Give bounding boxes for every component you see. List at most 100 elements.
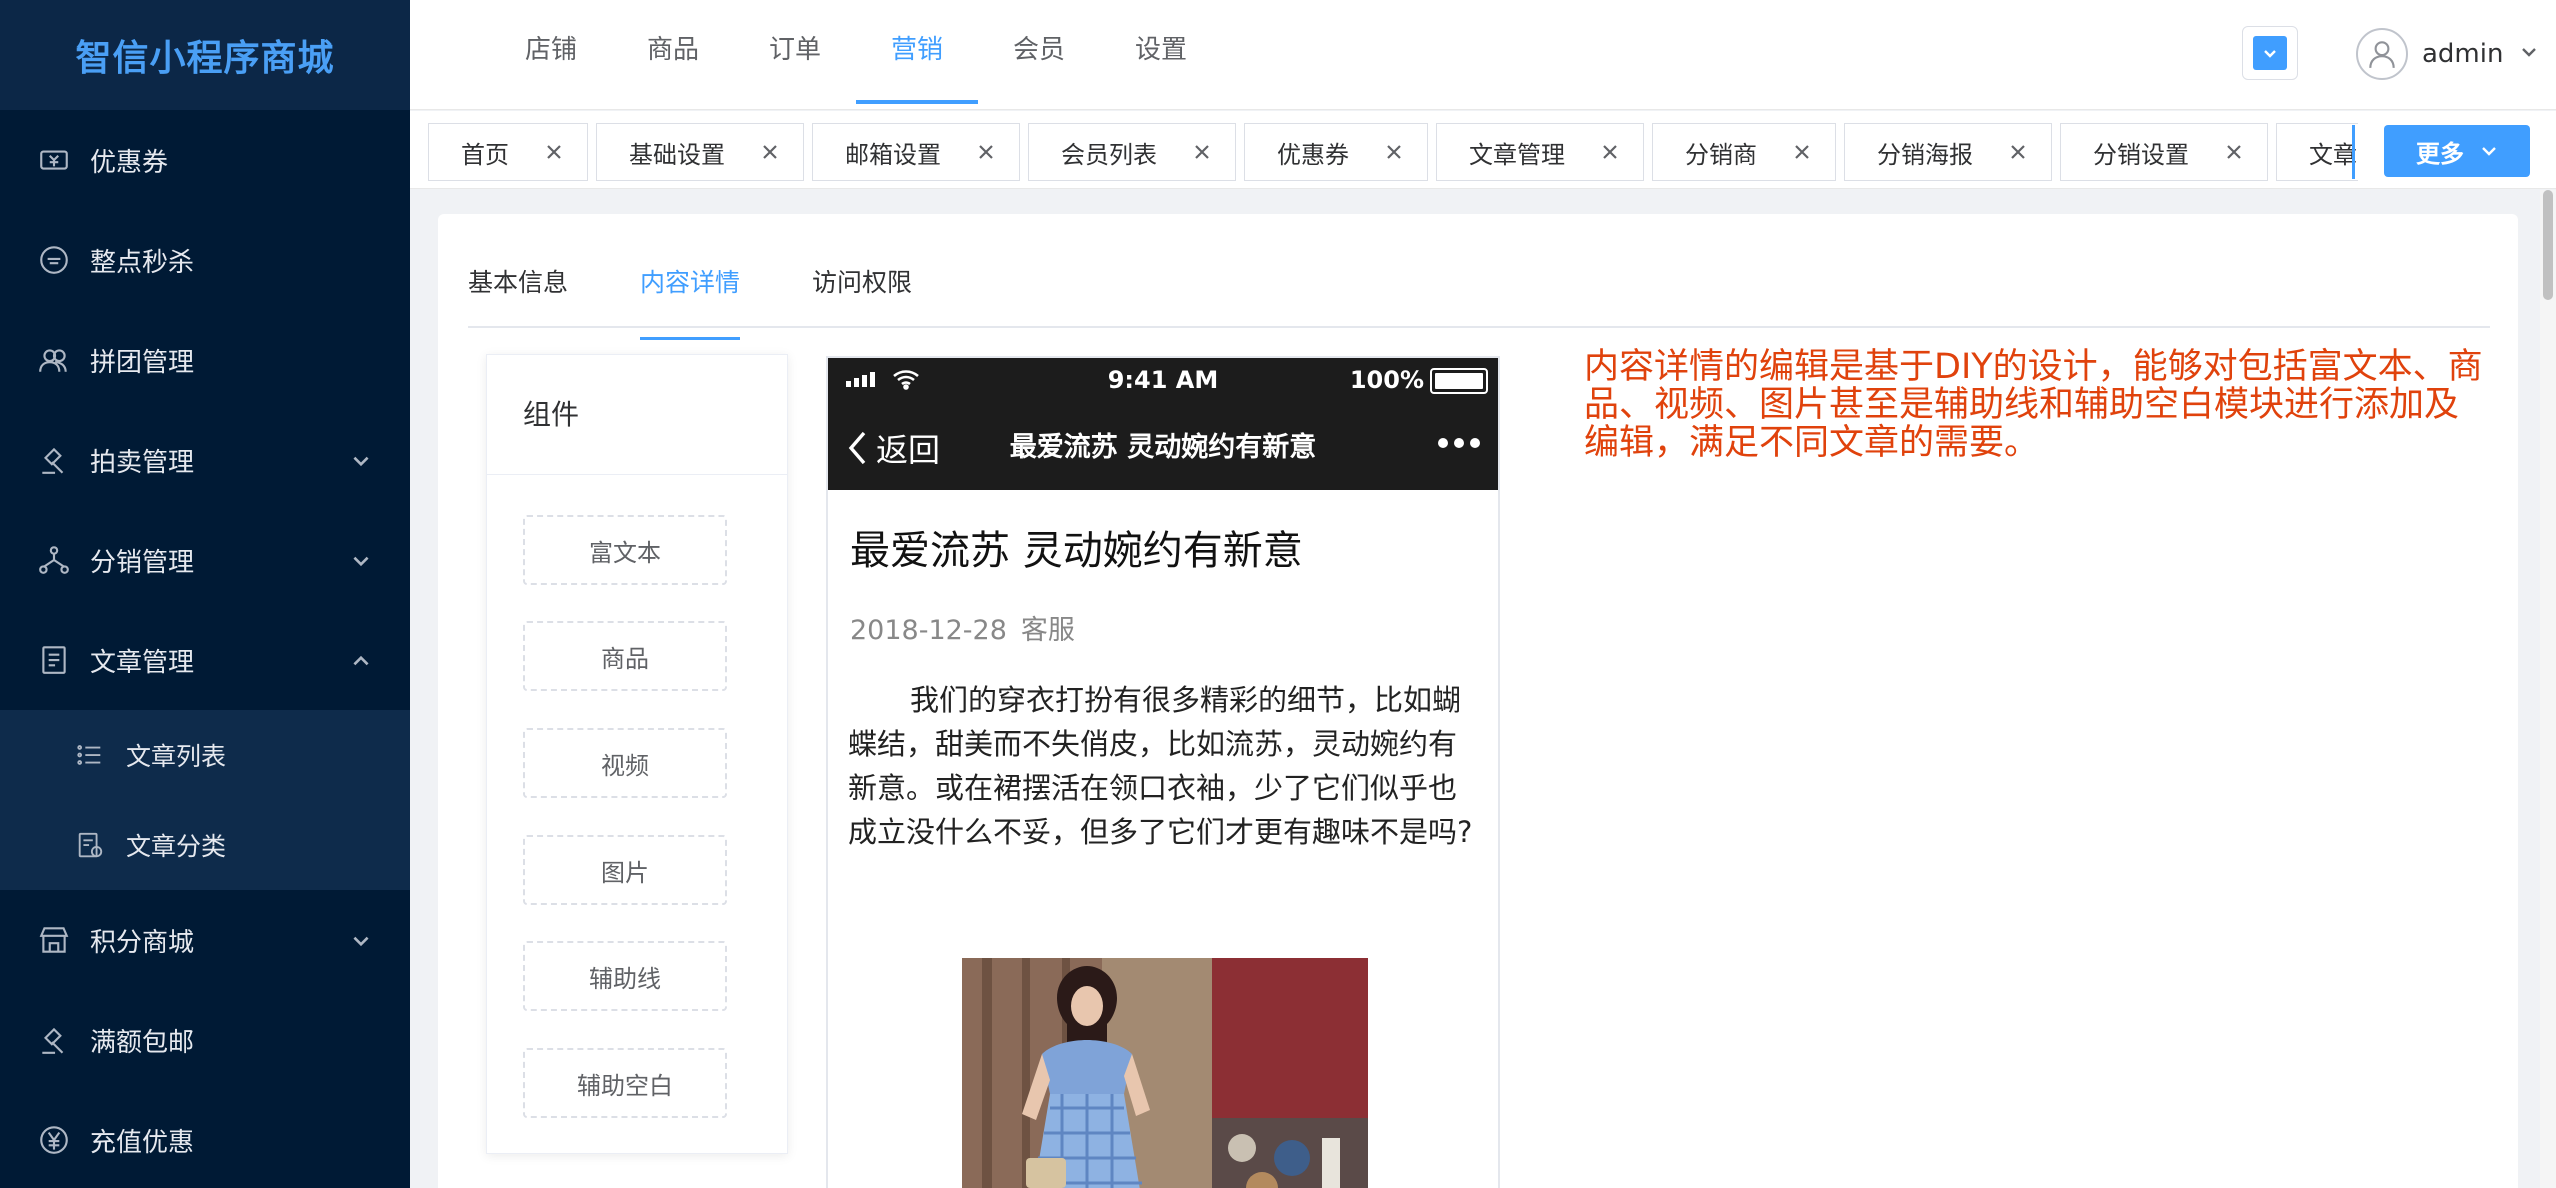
tag-article-management[interactable]: 文章管理 (1436, 123, 1644, 181)
tag-member-list[interactable]: 会员列表 (1028, 123, 1236, 181)
more-dots-icon[interactable] (1438, 438, 1480, 448)
sidebar-item-article-list[interactable]: 文章列表 (0, 710, 410, 800)
component-guide-line-button[interactable]: 辅助线 (523, 941, 727, 1011)
component-goods-button[interactable]: 商品 (523, 621, 727, 691)
top-header: 店铺 商品 订单 营销 会员 设置 admin (410, 0, 2556, 110)
sidebar-item-free-shipping[interactable]: 满额包邮 (0, 990, 410, 1090)
scrollbar-thumb[interactable] (2543, 190, 2553, 300)
article-title: 最爱流苏 灵动婉约有新意 (850, 528, 1303, 574)
component-image-button[interactable]: 图片 (523, 835, 727, 905)
tag-label: 基础设置 (629, 140, 725, 169)
username: admin (2422, 39, 2504, 69)
sidebar-item-recharge[interactable]: 充值优惠 (0, 1090, 410, 1188)
sidebar-item-distribution[interactable]: 分销管理 (0, 510, 410, 610)
avatar (2356, 28, 2408, 80)
content-tabs: 基本信息 内容详情 访问权限 (468, 254, 984, 340)
sidebar-item-label: 充值优惠 (90, 1127, 195, 1158)
sidebar-item-label: 积分商城 (90, 927, 195, 958)
topnav-orders[interactable]: 订单 (734, 0, 856, 104)
tag-label: 分销设置 (2093, 140, 2189, 169)
article-date: 2018-12-28 (850, 615, 1007, 646)
tag-label: 分销商 (1685, 140, 1757, 169)
sidebar-item-label: 文章分类 (126, 832, 227, 861)
tag-distribution-poster[interactable]: 分销海报 (1844, 123, 2052, 181)
sidebar-item-label: 满额包邮 (90, 1027, 195, 1058)
chevron-down-icon (350, 449, 372, 471)
sidebar: 智信小程序商城 优惠券 整点秒杀 拼团管理 拍卖管理 分销管理 文章管理 文章列… (0, 0, 410, 1188)
chevron-down-icon (350, 929, 372, 951)
list-icon (74, 739, 106, 771)
flash-sale-icon (36, 242, 72, 278)
topnav-goods[interactable]: 商品 (612, 0, 734, 104)
close-icon[interactable] (761, 143, 779, 161)
tag-label: 分销海报 (1877, 140, 1973, 169)
tag-label: 首页 (461, 140, 509, 169)
tab-access-permission[interactable]: 访问权限 (812, 254, 912, 328)
article-author: 客服 (1020, 615, 1075, 646)
close-icon[interactable] (2009, 143, 2027, 161)
tag-coupon[interactable]: 优惠券 (1244, 123, 1428, 181)
components-title: 组件 (487, 355, 787, 475)
components-panel: 组件 富文本 商品 视频 图片 辅助线 辅助空白 (486, 354, 788, 1154)
sidebar-item-label: 整点秒杀 (90, 247, 195, 278)
user-menu[interactable]: admin (2356, 26, 2539, 82)
sidebar-item-auction[interactable]: 拍卖管理 (0, 410, 410, 510)
sidebar-item-flash-sale[interactable]: 整点秒杀 (0, 210, 410, 310)
page-scrollbar[interactable] (2540, 190, 2556, 1188)
tab-basic-info[interactable]: 基本信息 (468, 254, 568, 328)
component-rich-text-button[interactable]: 富文本 (523, 515, 727, 585)
sidebar-item-article-management[interactable]: 文章管理 (0, 610, 410, 710)
tag-label: 邮箱设置 (845, 140, 941, 169)
close-icon[interactable] (1601, 143, 1619, 161)
close-icon[interactable] (1193, 143, 1211, 161)
more-label: 更多 (2416, 139, 2464, 168)
user-icon (2369, 41, 2395, 68)
tag-label: 文章管理 (1469, 140, 1565, 169)
close-icon[interactable] (545, 143, 563, 161)
category-icon (74, 829, 106, 861)
topnav-store[interactable]: 店铺 (490, 0, 612, 104)
recharge-icon (36, 1122, 72, 1158)
content-card: 基本信息 内容详情 访问权限 组件 富文本 商品 视频 图片 辅助线 辅助空白 … (438, 214, 2518, 1188)
sidebar-item-label: 文章列表 (126, 742, 227, 771)
topnav-members[interactable]: 会员 (978, 0, 1100, 104)
close-icon[interactable] (1793, 143, 1811, 161)
tag-basic-settings[interactable]: 基础设置 (596, 123, 804, 181)
header-dropdown-button[interactable] (2242, 26, 2298, 80)
status-battery-text: 100% (1349, 366, 1424, 394)
sidebar-item-points-mall[interactable]: 积分商城 (0, 890, 410, 990)
sidebar-item-article-category[interactable]: 文章分类 (0, 800, 410, 890)
tag-email-settings[interactable]: 邮箱设置 (812, 123, 1020, 181)
component-video-button[interactable]: 视频 (523, 728, 727, 798)
tag-distributor[interactable]: 分销商 (1652, 123, 1836, 181)
tags-list: 首页 基础设置 邮箱设置 会员列表 优惠券 文章管理 分销商 分销海报 分销设置… (428, 123, 2358, 181)
phone-header: 9:41 AM 100% 返回 最爱流苏 灵动婉约有新意 (828, 358, 1498, 490)
more-tags-button[interactable]: 更多 (2384, 125, 2530, 177)
auction-icon (36, 442, 72, 478)
sidebar-item-coupon[interactable]: 优惠券 (0, 110, 410, 210)
close-icon[interactable] (1385, 143, 1403, 161)
woman-photo-illustration (962, 958, 1368, 1188)
article-meta: 2018-12-28 客服 (850, 608, 1075, 647)
topnav-settings[interactable]: 设置 (1100, 0, 1222, 104)
sidebar-item-group-buy[interactable]: 拼团管理 (0, 310, 410, 410)
tag-article-category[interactable]: 文章分类 (2276, 123, 2358, 181)
tab-content-detail[interactable]: 内容详情 (640, 254, 741, 340)
sidebar-item-label: 分销管理 (90, 547, 195, 578)
tag-home[interactable]: 首页 (428, 123, 588, 181)
topnav-marketing[interactable]: 营销 (856, 0, 978, 104)
chevron-up-icon (350, 649, 372, 671)
tag-distribution-settings[interactable]: 分销设置 (2060, 123, 2268, 181)
tags-scroll-indicator (2352, 125, 2355, 179)
close-icon[interactable] (2225, 143, 2243, 161)
group-buy-icon (36, 342, 72, 378)
chevron-down-icon (2519, 42, 2539, 66)
tag-label: 优惠券 (1277, 140, 1349, 169)
battery-icon (1430, 368, 1488, 394)
close-icon[interactable] (977, 143, 995, 161)
sidebar-item-label: 拍卖管理 (90, 447, 195, 478)
distribution-icon (36, 542, 72, 578)
brand-logo[interactable]: 智信小程序商城 (0, 0, 410, 110)
component-blank-space-button[interactable]: 辅助空白 (523, 1048, 727, 1118)
phone-nav-title: 最爱流苏 灵动婉约有新意 (1009, 432, 1317, 463)
